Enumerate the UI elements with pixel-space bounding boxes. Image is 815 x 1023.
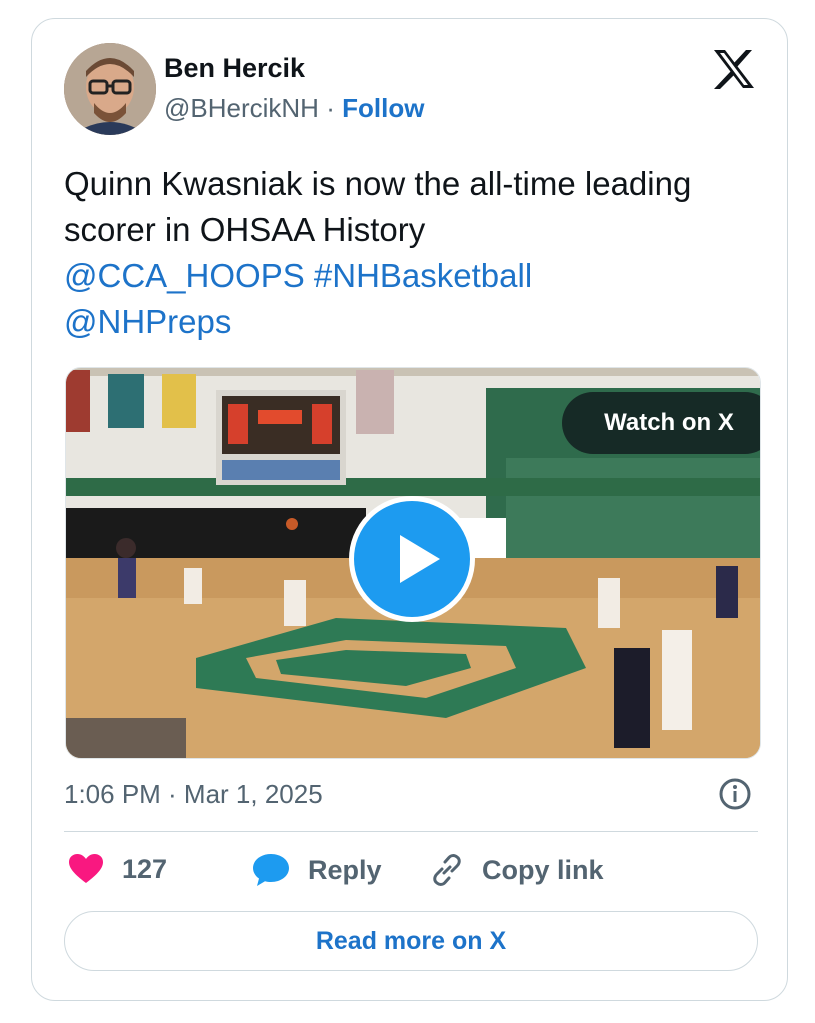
mention-nhpreps[interactable]: @NHPreps [64, 303, 231, 340]
tweet-card: Ben Hercik @BHercikNH · Follow Quinn Kwa… [31, 18, 788, 1001]
timestamp[interactable]: 1:06 PM · Mar 1, 2025 [64, 779, 323, 810]
author-handle[interactable]: @BHercikNH [164, 93, 319, 123]
tweet-text: Quinn Kwasniak is now the all-time leadi… [64, 161, 744, 345]
tweet-body: Quinn Kwasniak is now the all-time leadi… [64, 165, 692, 248]
handle-separator: · [326, 93, 335, 123]
hashtag-nhbasketball[interactable]: #NHBasketball [314, 257, 532, 294]
video-thumbnail[interactable]: Watch on X [65, 367, 761, 759]
play-icon[interactable] [349, 496, 475, 622]
info-icon[interactable] [718, 777, 752, 811]
x-logo-icon[interactable] [712, 49, 756, 89]
reply-bubble-icon [253, 854, 289, 886]
like-button[interactable]: 127 [68, 853, 167, 885]
read-more-button[interactable]: Read more on X [64, 911, 758, 971]
author-name[interactable]: Ben Hercik [164, 53, 305, 84]
watch-on-x-button[interactable]: Watch on X [562, 392, 760, 454]
link-icon [433, 854, 461, 886]
follow-button[interactable]: Follow [342, 93, 424, 123]
reply-label: Reply [308, 854, 382, 885]
divider [64, 831, 758, 832]
like-count: 127 [122, 853, 168, 884]
mention-cca-hoops[interactable]: @CCA_HOOPS [64, 257, 305, 294]
author-handle-row: @BHercikNH · Follow [164, 93, 424, 124]
action-bar: 127 Reply Copy link [64, 853, 758, 893]
avatar[interactable] [64, 43, 156, 135]
heart-icon [69, 854, 103, 883]
copy-link-button[interactable]: Copy link [430, 853, 604, 887]
reply-button[interactable]: Reply [252, 853, 382, 887]
copy-link-label: Copy link [482, 854, 604, 885]
